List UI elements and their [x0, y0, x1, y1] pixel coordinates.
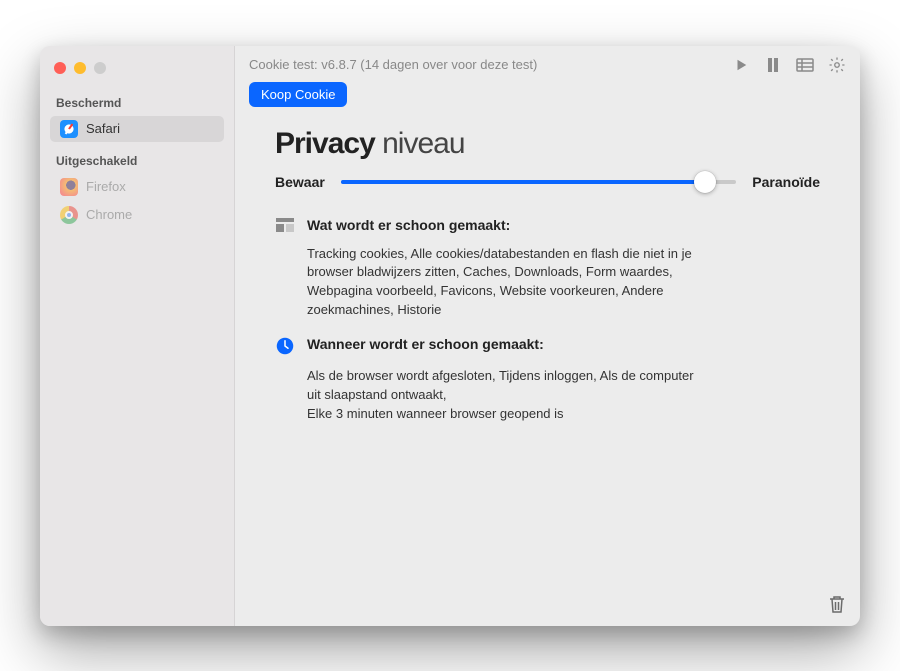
fullscreen-window-button[interactable]: [94, 62, 106, 74]
window-title: Cookie test: v6.8.7 (14 dagen over voor …: [249, 57, 722, 72]
grid-icon: [275, 217, 295, 232]
sidebar-item-firefox[interactable]: Firefox: [50, 174, 224, 200]
slider-label-right: Paranoïde: [752, 174, 820, 190]
minimize-window-button[interactable]: [74, 62, 86, 74]
slider-fill: [341, 180, 705, 184]
privacy-slider[interactable]: [341, 171, 736, 193]
clock-icon: [275, 336, 295, 355]
sidebar-item-label: Safari: [86, 121, 120, 136]
chrome-icon: [60, 206, 78, 224]
slider-thumb[interactable]: [694, 171, 716, 193]
page-title: Privacy niveau: [275, 127, 820, 161]
gear-icon[interactable]: [828, 56, 846, 74]
toolbar: Cookie test: v6.8.7 (14 dagen over voor …: [235, 46, 860, 82]
firefox-icon: [60, 178, 78, 196]
sidebar-item-chrome[interactable]: Chrome: [50, 202, 224, 228]
what-cleaned-title: Wat wordt er schoon gemaakt:: [307, 217, 510, 233]
sidebar-section-protected-label: Beschermd: [40, 92, 234, 114]
sidebar-section-disabled-label: Uitgeschakeld: [40, 150, 234, 172]
when-cleaned-title: Wanneer wordt er schoon gemaakt:: [307, 336, 544, 352]
slider-label-left: Bewaar: [275, 174, 325, 190]
trash-icon[interactable]: [828, 594, 846, 614]
sidebar-item-safari[interactable]: Safari: [50, 116, 224, 142]
safari-icon: [60, 120, 78, 138]
sidebar: Beschermd Safari Uitgeschakeld Firefox C…: [40, 46, 235, 626]
sidebar-item-label: Chrome: [86, 207, 132, 222]
what-cleaned-row: Wat wordt er schoon gemaakt:: [275, 217, 820, 233]
close-window-button[interactable]: [54, 62, 66, 74]
play-icon[interactable]: [732, 56, 750, 74]
when-cleaned-row: Wanneer wordt er schoon gemaakt:: [275, 336, 820, 355]
pause-icon[interactable]: [764, 56, 782, 74]
heading-bold: Privacy: [275, 127, 375, 160]
list-icon[interactable]: [796, 56, 814, 74]
app-window: Beschermd Safari Uitgeschakeld Firefox C…: [40, 46, 860, 626]
sidebar-item-label: Firefox: [86, 179, 126, 194]
window-controls: [40, 56, 234, 92]
heading-light: niveau: [382, 127, 464, 160]
buy-button[interactable]: Koop Cookie: [249, 82, 347, 107]
when-cleaned-body: Als de browser wordt afgesloten, Tijdens…: [275, 361, 695, 440]
privacy-slider-row: Bewaar Paranoïde: [275, 171, 820, 193]
what-cleaned-body: Tracking cookies, Alle cookies/databesta…: [275, 239, 695, 336]
main-content: Cookie test: v6.8.7 (14 dagen over voor …: [235, 46, 860, 626]
